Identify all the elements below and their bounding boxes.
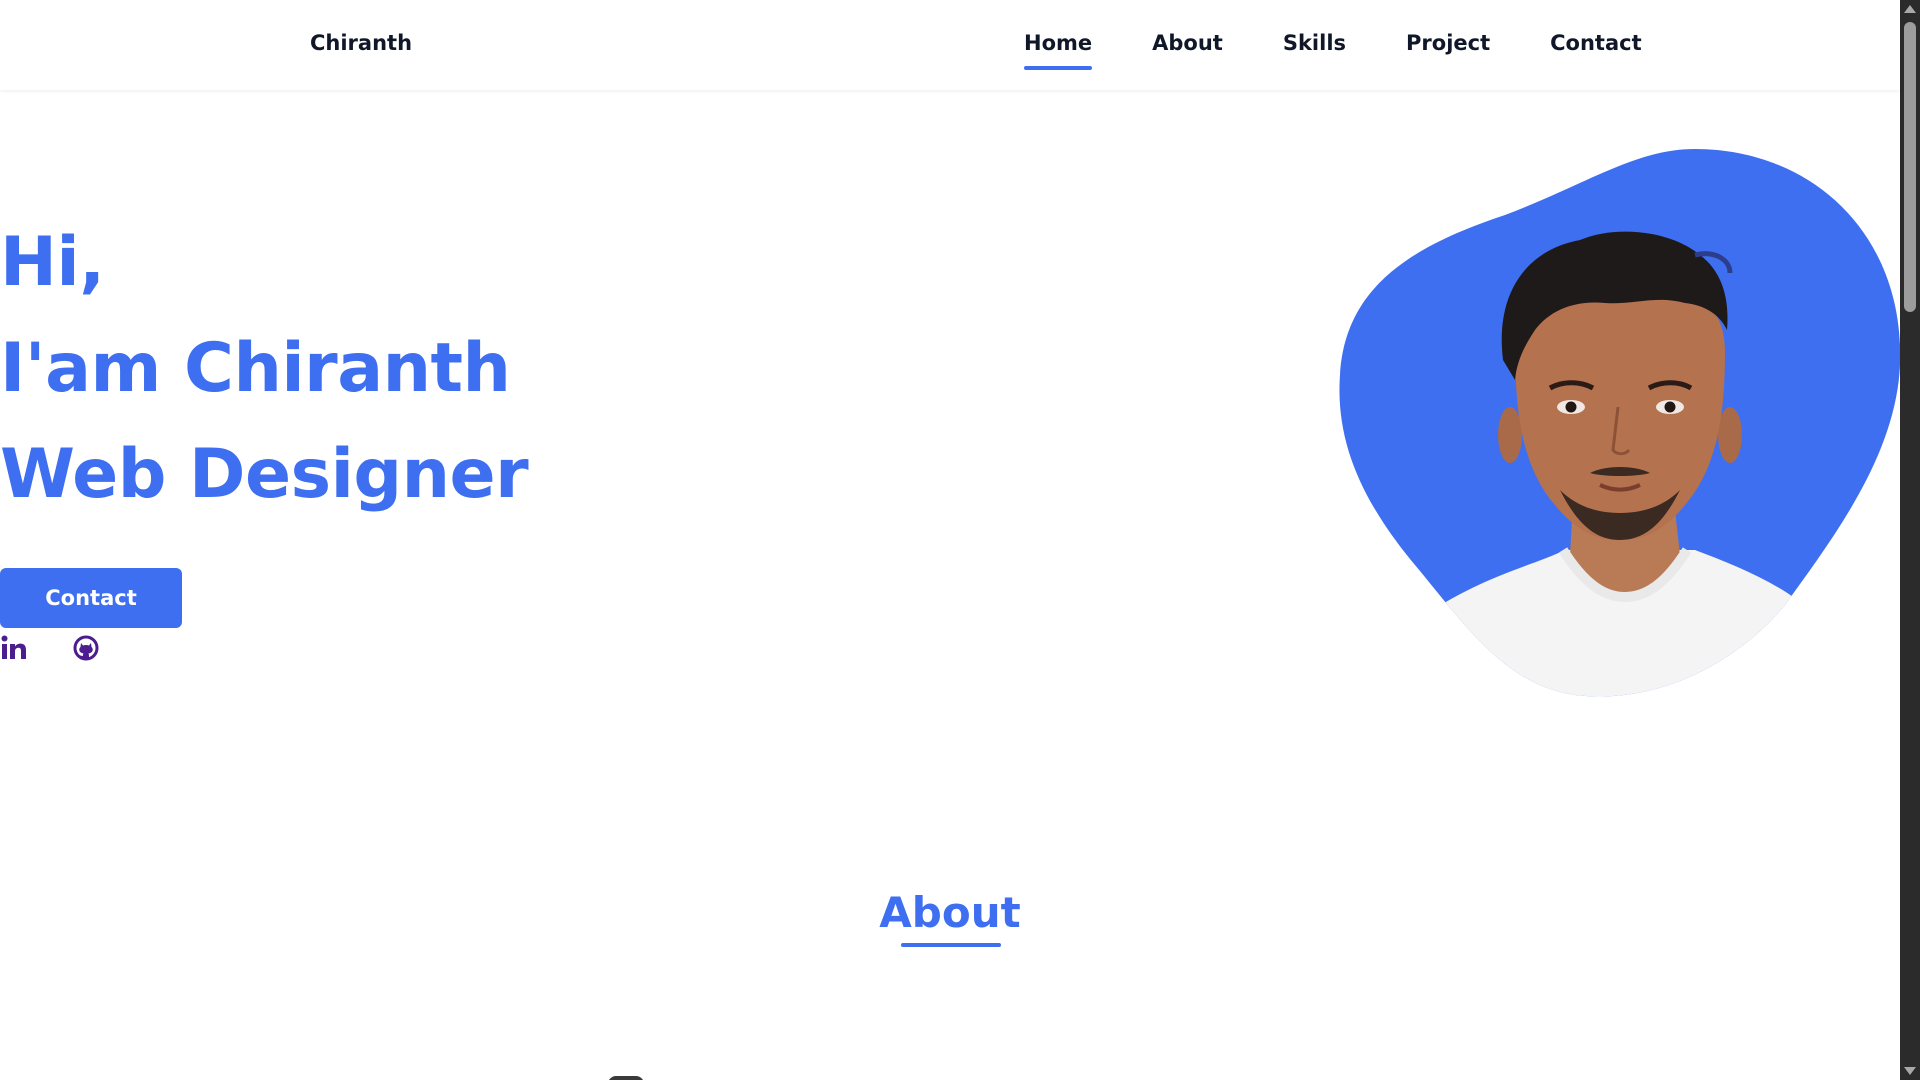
portfolio-page: Chiranth Home About Skills Project Conta… <box>0 0 1920 1080</box>
about-underline <box>901 943 1001 947</box>
about-image-partial <box>608 1076 644 1080</box>
site-header: Chiranth Home About Skills Project Conta… <box>0 0 1900 90</box>
nav-project[interactable]: Project <box>1406 31 1490 55</box>
about-heading: About <box>879 888 1021 937</box>
nav-contact[interactable]: Contact <box>1550 31 1642 55</box>
scroll-down-icon[interactable] <box>1904 1067 1916 1075</box>
social-links <box>0 634 100 662</box>
contact-button[interactable]: Contact <box>0 568 182 628</box>
hero-role: Web Designer <box>0 435 529 514</box>
hero-greeting: Hi, <box>0 223 105 302</box>
main-nav: Home About Skills Project Contact <box>1024 31 1642 70</box>
scrollbar-thumb[interactable] <box>1904 22 1916 312</box>
linkedin-icon[interactable] <box>0 634 28 662</box>
github-icon[interactable] <box>72 634 100 662</box>
hero-title: Hi, I'am Chiranth Web Designer <box>0 210 529 528</box>
nav-skills[interactable]: Skills <box>1283 31 1346 55</box>
site-logo[interactable]: Chiranth <box>310 31 412 55</box>
nav-about[interactable]: About <box>1152 31 1223 55</box>
scroll-up-icon[interactable] <box>1904 5 1916 13</box>
nav-home[interactable]: Home <box>1024 31 1093 70</box>
hero-name: I'am Chiranth <box>0 329 511 408</box>
page-scrollbar[interactable] <box>1900 0 1920 1080</box>
hero-portrait <box>1335 145 1905 700</box>
